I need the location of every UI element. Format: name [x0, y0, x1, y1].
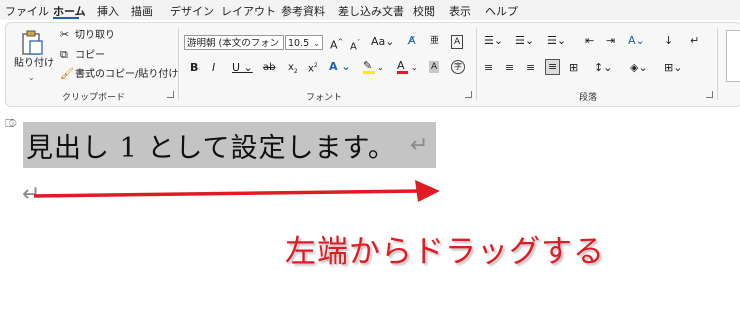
paste-label: 貼り付け	[14, 58, 54, 69]
tab-help[interactable]: ヘルプ	[485, 3, 518, 19]
group-divider	[717, 28, 718, 100]
menu-bar: ファイル ホーム 挿入 描画 デザイン レイアウト 参考資料 差し込み文書 校閲…	[0, 0, 740, 20]
tab-view[interactable]: 表示	[449, 3, 471, 19]
group-divider	[476, 28, 477, 100]
superscript-icon[interactable]: x2	[308, 60, 318, 75]
multilevel-list-icon[interactable]: ☰⌄	[547, 35, 566, 47]
character-shading-icon[interactable]: A	[429, 61, 440, 73]
shrink-font-icon[interactable]: Aˇ	[350, 37, 360, 53]
tab-file[interactable]: ファイル	[5, 3, 49, 19]
sort-icon[interactable]: ↓	[664, 35, 673, 47]
font-size-value: 10.5	[288, 38, 310, 49]
phonetic-guide-icon[interactable]: 亜	[430, 35, 439, 47]
highlight-icon[interactable]: ✎	[363, 60, 375, 74]
paragraph-mark-icon: ↵	[22, 182, 41, 207]
paragraph-dialog-launcher[interactable]	[706, 91, 713, 98]
grow-font-icon[interactable]: A^	[330, 36, 343, 52]
decrease-indent-icon[interactable]: ⇤	[585, 35, 594, 47]
underline-icon[interactable]: U ⌄	[232, 62, 253, 74]
text-effects-icon[interactable]: A ⌄	[329, 61, 351, 73]
font-color-icon[interactable]: A	[397, 60, 408, 74]
distributed-icon[interactable]: ⊞	[569, 62, 578, 74]
bold-icon[interactable]: B	[190, 62, 198, 74]
tab-insert[interactable]: 挿入	[97, 3, 119, 19]
font-size-combo[interactable]: 10.5 ⌄	[285, 35, 323, 50]
cut-button[interactable]: ✂ 切り取り	[60, 29, 120, 43]
copy-label: コピー	[75, 50, 105, 61]
tab-review[interactable]: 校閲	[413, 3, 435, 19]
cut-label: 切り取り	[75, 30, 115, 41]
clear-formatting-icon[interactable]: A̸	[408, 35, 416, 47]
tab-references[interactable]: 参考資料	[281, 3, 325, 19]
paragraph-group-label: 段落	[579, 93, 598, 103]
tab-mailings[interactable]: 差し込み文書	[338, 3, 404, 19]
tab-layout[interactable]: レイアウト	[221, 3, 276, 19]
font-group-label: フォント	[306, 93, 343, 103]
styles-gallery[interactable]	[726, 30, 740, 82]
scissors-icon: ✂	[60, 28, 70, 41]
align-center-icon[interactable]: ≡	[505, 62, 514, 74]
format-painter-button[interactable]: 🖌 書式のコピー/貼り付け	[60, 68, 180, 82]
chevron-down-icon: ⌄	[313, 39, 320, 48]
drag-instruction-annotation: 左端からドラッグする	[285, 234, 605, 270]
brush-icon: 🖌	[60, 67, 74, 80]
change-case-icon[interactable]: Aa⌄	[371, 36, 394, 48]
numbering-icon[interactable]: ☰⌄	[515, 35, 534, 47]
character-border-icon[interactable]: A	[451, 35, 464, 49]
chevron-down-icon[interactable]: ⌄	[411, 62, 418, 74]
clipboard-dialog-launcher[interactable]	[167, 91, 174, 98]
active-tab-indicator	[53, 17, 79, 19]
font-dialog-launcher[interactable]	[465, 91, 472, 98]
heading-text[interactable]: 見出し 1 として設定します。	[26, 126, 396, 165]
align-right-icon[interactable]: ≡	[526, 62, 535, 74]
copy-button[interactable]: ⧉ コピー	[60, 49, 120, 63]
chevron-down-icon[interactable]: ⌄	[377, 62, 384, 74]
increase-indent-icon[interactable]: ⇥	[606, 35, 615, 47]
copy-icon: ⧉	[60, 48, 68, 61]
font-name-combo[interactable]: 游明朝 (本文のフォン	[184, 35, 284, 50]
chevron-down-icon: ⌄	[28, 73, 35, 82]
line-spacing-icon[interactable]: ↕⌄	[594, 62, 612, 74]
group-divider	[178, 28, 179, 100]
clipboard-group-label: クリップボード	[62, 93, 126, 103]
paragraph-mark-icon: ↵	[410, 133, 429, 158]
bullets-icon[interactable]: ☰⌄	[484, 35, 503, 47]
asian-layout-icon[interactable]: A⌄	[628, 35, 645, 47]
borders-icon[interactable]: ⊞⌄	[664, 62, 682, 74]
justify-icon[interactable]: ≡	[545, 59, 561, 75]
font-name-value: 游明朝 (本文のフォン	[187, 38, 280, 49]
paragraph-handle-icon: ⎄	[5, 117, 17, 130]
clipboard-icon	[22, 30, 43, 55]
strikethrough-icon[interactable]: ab	[263, 62, 275, 74]
enclose-characters-icon[interactable]: 字	[451, 60, 465, 74]
tab-draw[interactable]: 描画	[131, 3, 153, 19]
show-formatting-marks-icon[interactable]: ↵	[690, 35, 699, 47]
shading-icon[interactable]: ◈⌄	[630, 62, 648, 74]
tab-design[interactable]: デザイン	[170, 3, 214, 19]
drag-arrow-icon	[33, 180, 440, 202]
subscript-icon[interactable]: x2	[288, 62, 298, 78]
format-painter-label: 書式のコピー/貼り付け	[75, 69, 179, 80]
align-left-icon[interactable]: ≡	[484, 62, 493, 74]
italic-icon[interactable]: I	[212, 62, 215, 74]
paste-button[interactable]: 貼り付け ⌄	[12, 28, 54, 83]
